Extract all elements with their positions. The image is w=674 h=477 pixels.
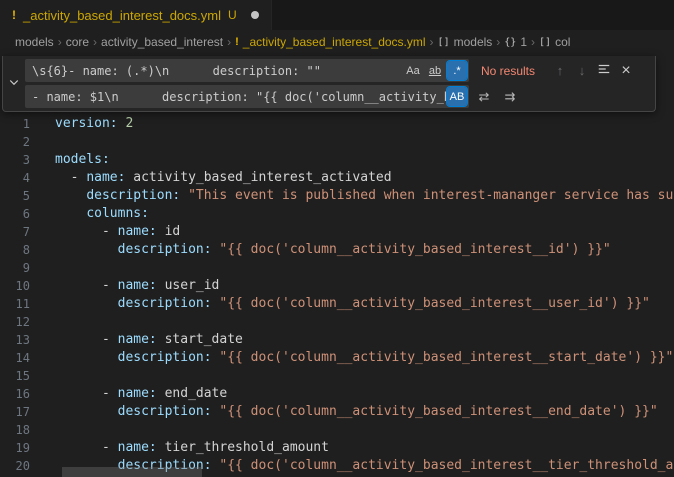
line-number: 13 [0, 331, 42, 349]
symbol-icon: [] [438, 37, 450, 48]
find-input-value: \s{6}- name: (.*)\n description: "" [32, 64, 403, 78]
breadcrumb-separator: › [227, 35, 231, 49]
code-line[interactable]: models: [55, 151, 674, 169]
line-number: 6 [0, 205, 42, 223]
code-line[interactable]: version: 2 [55, 115, 674, 133]
code-line[interactable]: description: "{{ doc('column__activity_b… [55, 349, 674, 367]
find-row: \s{6}- name: (.*)\n description: "" Aa a… [25, 59, 649, 82]
line-number: 19 [0, 439, 42, 457]
line-number: 10 [0, 277, 42, 295]
warning-icon: ! [12, 8, 16, 22]
find-results-count: No results [481, 64, 549, 78]
code-line[interactable]: - name: end_date [55, 385, 674, 403]
close-icon[interactable]: × [615, 60, 637, 82]
code-line[interactable]: - name: id [55, 223, 674, 241]
line-number: 7 [0, 223, 42, 241]
tab-title: _activity_based_interest_docs.yml [23, 8, 221, 23]
code-line[interactable]: - name: start_date [55, 331, 674, 349]
breadcrumb-label: core [66, 35, 89, 49]
code-area[interactable]: version: 2 models: - name: activity_based… [55, 115, 674, 477]
breadcrumb-item-models[interactable]: [] models [438, 35, 493, 49]
chevron-down-icon [8, 75, 20, 93]
code-line[interactable]: description: "{{ doc('column__activity_b… [55, 403, 674, 421]
tab-bar: ! _activity_based_interest_docs.yml U [0, 0, 674, 30]
breadcrumb-item-core[interactable]: core [66, 35, 89, 49]
code-line[interactable]: - name: user_id [55, 277, 674, 295]
code-line[interactable]: description: "This event is published wh… [55, 187, 674, 205]
breadcrumb-separator: › [531, 35, 535, 49]
replace-row: - name: $1\n description: "{{ doc('colum… [25, 85, 649, 108]
code-line[interactable]: - name: activity_based_interest_activate… [55, 169, 674, 187]
line-numbers: 1234567891011121314151617181920 [0, 115, 42, 475]
line-number: 18 [0, 421, 42, 439]
code-line[interactable] [55, 133, 674, 151]
code-line[interactable] [55, 259, 674, 277]
breadcrumb-item--activity-based-interest-docs-yml[interactable]: ! _activity_based_interest_docs.yml [235, 35, 425, 49]
match-case-button[interactable]: Aa [403, 61, 423, 80]
git-status-badge: U [228, 8, 237, 22]
line-number: 2 [0, 133, 42, 151]
replace-all-button[interactable]: ⇉ [499, 86, 521, 108]
preserve-case-button[interactable]: AB [447, 87, 467, 106]
horizontal-scrollbar[interactable] [62, 467, 202, 477]
breadcrumb-label: models [454, 35, 493, 49]
code-line[interactable]: description: "{{ doc('column__activity_b… [55, 241, 674, 259]
code-line[interactable] [55, 421, 674, 439]
code-line[interactable]: columns: [55, 205, 674, 223]
line-number: 11 [0, 295, 42, 313]
find-input[interactable]: \s{6}- name: (.*)\n description: "" Aa a… [25, 59, 469, 82]
symbol-icon: {} [504, 37, 516, 48]
breadcrumb-label: models [15, 35, 54, 49]
code-line[interactable] [55, 367, 674, 385]
previous-match-button[interactable]: ↑ [549, 60, 571, 82]
breadcrumb-label: activity_based_interest [101, 35, 223, 49]
breadcrumb-separator: › [93, 35, 97, 49]
breadcrumb: models›core›activity_based_interest›!_ac… [0, 30, 674, 54]
code-line[interactable]: description: "{{ doc('column__activity_b… [55, 295, 674, 313]
breadcrumb-separator: › [58, 35, 62, 49]
vscode-window: ! _activity_based_interest_docs.yml U mo… [0, 0, 674, 477]
breadcrumb-item-col[interactable]: [] col [539, 35, 570, 49]
find-in-selection-button[interactable] [593, 60, 615, 82]
breadcrumb-item-1[interactable]: {} 1 [504, 35, 527, 49]
breadcrumb-item-activity-based-interest[interactable]: activity_based_interest [101, 35, 223, 49]
line-number: 1 [0, 115, 42, 133]
line-number: 16 [0, 385, 42, 403]
breadcrumb-item-models[interactable]: models [15, 35, 54, 49]
line-number: 12 [0, 313, 42, 331]
replace-input[interactable]: - name: $1\n description: "{{ doc('colum… [25, 85, 469, 108]
regex-button[interactable]: .* [447, 61, 467, 80]
line-number: 15 [0, 367, 42, 385]
unsaved-dot-indicator[interactable] [251, 11, 259, 19]
breadcrumb-label: col [555, 35, 570, 49]
replace-input-value: - name: $1\n description: "{{ doc('colum… [32, 90, 447, 104]
editor-tab[interactable]: ! _activity_based_interest_docs.yml U [0, 0, 272, 30]
symbol-icon: [] [539, 37, 551, 48]
line-number: 9 [0, 259, 42, 277]
replace-button[interactable]: ⇄ [473, 86, 495, 108]
line-number: 17 [0, 403, 42, 421]
toggle-replace-button[interactable] [3, 56, 25, 111]
line-number: 8 [0, 241, 42, 259]
selection-icon [597, 62, 611, 79]
line-number: 5 [0, 187, 42, 205]
code-line[interactable]: - name: tier_threshold_amount [55, 439, 674, 457]
breadcrumb-separator: › [430, 35, 434, 49]
find-replace-widget: \s{6}- name: (.*)\n description: "" Aa a… [2, 56, 656, 112]
next-match-button[interactable]: ↓ [571, 60, 593, 82]
line-number: 3 [0, 151, 42, 169]
code-line[interactable] [55, 313, 674, 331]
breadcrumb-label: _activity_based_interest_docs.yml [243, 35, 426, 49]
line-number: 20 [0, 457, 42, 475]
line-number: 4 [0, 169, 42, 187]
warning-icon: ! [235, 36, 239, 48]
breadcrumb-separator: › [496, 35, 500, 49]
whole-word-button[interactable]: ab [425, 61, 445, 80]
line-number: 14 [0, 349, 42, 367]
breadcrumb-label: 1 [520, 35, 527, 49]
